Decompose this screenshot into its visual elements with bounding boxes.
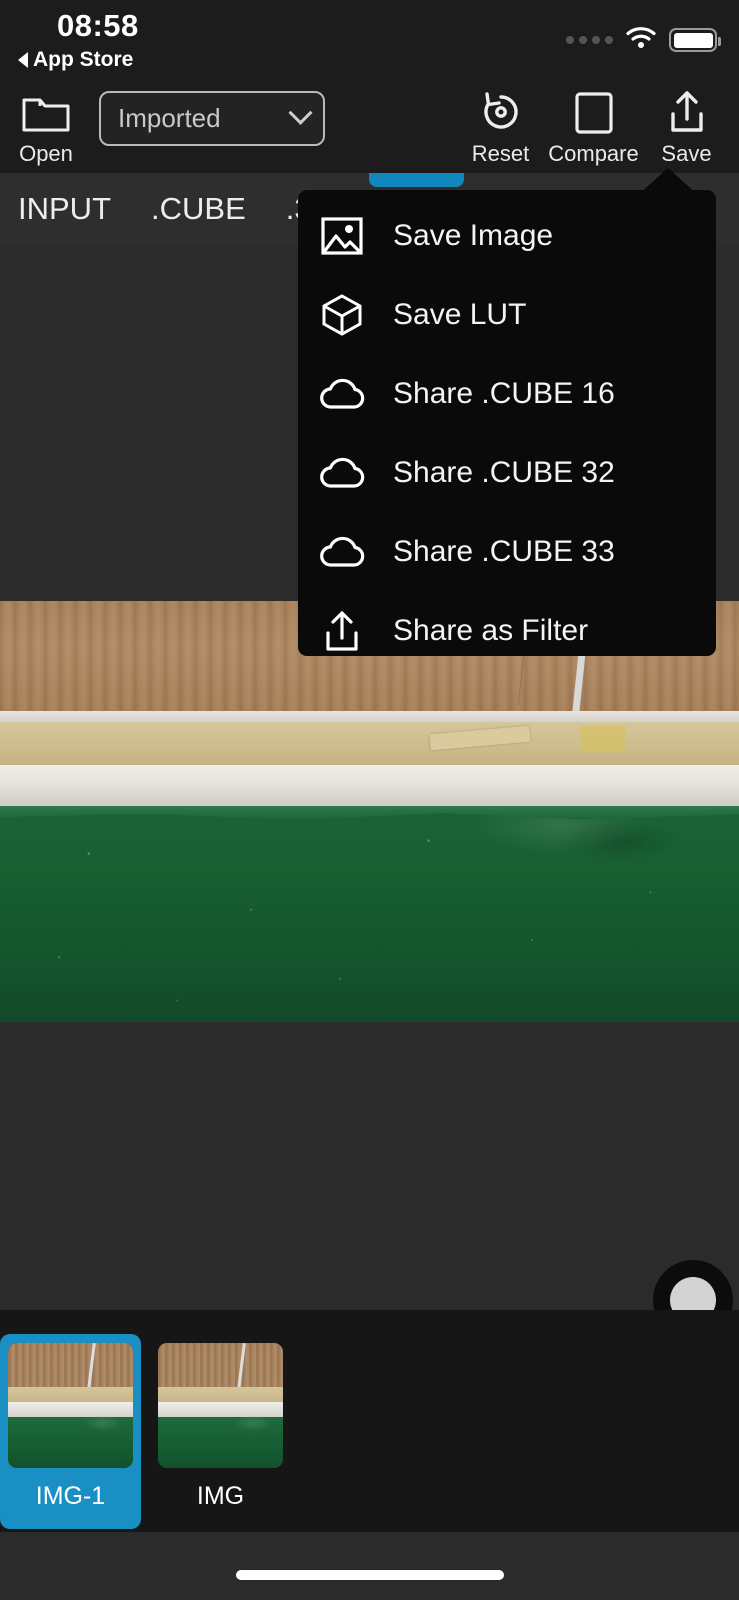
thumb-felt [158,1417,283,1468]
share-upload-icon [318,609,366,653]
thumb-felt [8,1417,133,1468]
signal-dots-icon [566,36,613,44]
menu-item-share-cube-33[interactable]: Share .CUBE 33 [298,512,716,591]
menu-item-label: Share .CUBE 32 [393,455,615,489]
status-bar: 08:58 App Store [0,0,739,78]
back-label: App Store [33,48,134,71]
square-icon [571,86,617,138]
source-dropdown[interactable]: Imported [99,91,325,146]
back-caret-icon [18,52,28,68]
menu-item-save-lut[interactable]: Save LUT [298,275,716,354]
cube-icon [318,293,366,337]
thumb-wood [8,1343,133,1389]
tab-input[interactable]: INPUT [0,191,131,227]
thumb-wood [158,1343,283,1389]
save-menu: Save Image Save LUT Share .CUBE 16 Share… [298,190,716,656]
save-label: Save [661,141,712,166]
open-button[interactable]: Open [16,86,76,167]
status-bar-indicators [566,26,721,54]
menu-item-label: Share .CUBE 33 [393,534,615,568]
menu-item-save-image[interactable]: Save Image [298,196,716,275]
compare-button[interactable]: Compare [547,86,640,167]
tab-cube[interactable]: .CUBE [131,191,266,227]
image-icon [318,214,366,258]
menu-item-label: Share as Filter [393,613,589,647]
circle-shutter-icon[interactable] [653,1260,733,1310]
toolbar-actions: Reset Compare Save [454,86,733,167]
reset-button[interactable]: Reset [454,86,547,167]
thumb-board [158,1387,283,1403]
thumb-trim [158,1402,283,1418]
menu-item-label: Save LUT [393,297,527,331]
back-to-app-store-link[interactable]: App Store [18,48,133,72]
app-root: 08:58 App Store Open Imported Reset Comp… [0,0,739,1600]
cloud-icon [318,455,366,491]
source-dropdown-value: Imported [118,103,221,133]
wifi-icon [626,26,656,54]
compare-label: Compare [548,141,639,166]
photo-green-felt [0,806,739,1022]
share-upload-icon [664,86,710,138]
thumbnail-image [8,1343,133,1468]
reset-label: Reset [471,141,530,166]
filmstrip: IMG-1 IMG [0,1310,739,1532]
folder-icon [21,86,71,138]
thumbnail-image [158,1343,283,1468]
save-button[interactable]: Save [640,86,733,167]
thumb-trim [8,1402,133,1418]
photo-board-edge [0,722,739,767]
tab-list: INPUT .CUBE .3 [0,173,332,245]
main-toolbar: Open Imported Reset Compare Save [0,78,739,173]
menu-item-label: Save Image [393,218,554,252]
filmstrip-item-selected[interactable]: IMG-1 [0,1334,141,1529]
cloud-icon [318,376,366,412]
menu-item-label: Share .CUBE 16 [393,376,615,410]
menu-item-share-cube-32[interactable]: Share .CUBE 32 [298,433,716,512]
home-indicator-area [0,1532,739,1600]
thumbnail-label: IMG [196,1482,245,1510]
home-bar-icon[interactable] [235,1570,504,1580]
open-label: Open [19,141,73,166]
save-menu-arrow-icon [639,168,697,194]
status-bar-time: 08:58 [57,8,139,43]
photo-white-trim [0,765,739,809]
thumbnail-label: IMG-1 [35,1482,106,1510]
active-tab-indicator [369,173,464,187]
menu-item-share-cube-16[interactable]: Share .CUBE 16 [298,354,716,433]
cloud-icon [318,534,366,570]
reset-counterclockwise-icon [478,86,524,138]
menu-item-share-as-filter[interactable]: Share as Filter [298,591,716,670]
battery-full-icon [669,28,721,52]
thumb-board [8,1387,133,1403]
chevron-down-icon [288,100,313,125]
filmstrip-item[interactable]: IMG [150,1334,291,1529]
